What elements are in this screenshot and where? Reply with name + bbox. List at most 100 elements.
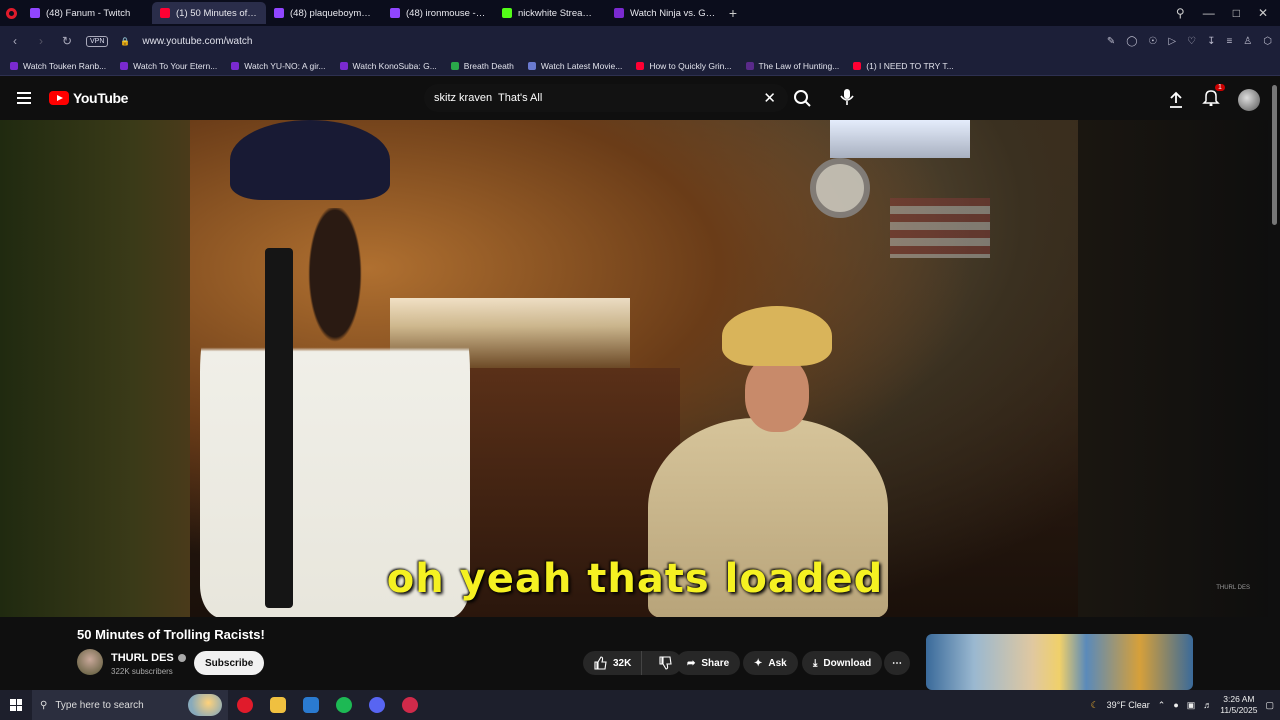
bookmark-label: Breath Death bbox=[463, 60, 514, 71]
ask-button[interactable]: ✦ Ask bbox=[743, 651, 798, 675]
notifications-tray-icon[interactable]: ▢ bbox=[1265, 700, 1274, 711]
heart-icon[interactable]: ♡ bbox=[1187, 36, 1196, 47]
close-window-button[interactable]: ✕ bbox=[1258, 6, 1268, 20]
window-shape bbox=[830, 120, 970, 158]
upload-icon[interactable] bbox=[1168, 91, 1184, 109]
bookmark-favicon-icon bbox=[231, 61, 240, 70]
bookmark-item[interactable]: Watch YU-NO: A gir... bbox=[231, 60, 326, 71]
bookmark-item[interactable]: Watch To Your Etern... bbox=[120, 61, 217, 71]
search-button[interactable] bbox=[788, 84, 818, 112]
download-button[interactable]: ⤓ Download bbox=[802, 651, 883, 675]
opera-taskbar-icon[interactable] bbox=[228, 690, 261, 720]
menu-icon[interactable]: ≡ bbox=[1226, 36, 1232, 47]
vpn-badge[interactable]: VPN bbox=[86, 35, 109, 47]
system-tray: ☾ 39°F Clear ⌃ ● ▣ ♬ 3:26 AM 11/5/2025 ▢ bbox=[1091, 694, 1280, 716]
bookmark-item[interactable]: Watch Touken Ranb... bbox=[10, 61, 106, 71]
account-avatar[interactable] bbox=[1238, 88, 1260, 111]
tray-chevron-icon[interactable]: ⌃ bbox=[1158, 700, 1166, 711]
bookmark-favicon-icon bbox=[527, 61, 536, 70]
taskbar-search[interactable]: ⚲ Type here to search bbox=[32, 690, 228, 720]
reload-button[interactable]: ↻ bbox=[60, 34, 74, 48]
spotify-icon[interactable] bbox=[327, 690, 360, 720]
video-caption: oh yeah thats loaded bbox=[386, 556, 884, 602]
subscribe-button[interactable]: Subscribe bbox=[194, 651, 265, 675]
like-button[interactable]: 32K bbox=[583, 651, 643, 675]
youtube-play-icon bbox=[49, 91, 69, 105]
browser-tab[interactable]: (48) ironmouse - Twitch bbox=[382, 2, 494, 24]
video-player[interactable]: oh yeah thats loaded THURL DES bbox=[0, 120, 1280, 617]
rifle-shape bbox=[265, 248, 293, 608]
recommended-video-thumbnail[interactable] bbox=[926, 634, 1193, 690]
camera-icon[interactable]: ◯ bbox=[1126, 36, 1137, 47]
windows-logo-icon bbox=[10, 699, 22, 711]
channel-name[interactable]: THURL DES bbox=[111, 652, 174, 664]
player-icon[interactable]: ▷ bbox=[1168, 36, 1176, 47]
bookmark-label: Watch YU-NO: A gir... bbox=[244, 60, 326, 71]
taskbar-clock[interactable]: 3:26 AM 11/5/2025 bbox=[1220, 694, 1257, 716]
download-arrow-icon: ⤓ bbox=[813, 657, 818, 669]
bookmark-item[interactable]: Breath Death bbox=[450, 60, 514, 71]
download-icon[interactable]: ↧ bbox=[1207, 36, 1215, 47]
network-icon[interactable]: ▣ bbox=[1187, 700, 1196, 711]
microphone-tray-icon[interactable]: ● bbox=[1173, 700, 1178, 710]
bookmark-item[interactable]: How to Quickly Grin... bbox=[636, 61, 732, 71]
channel-name-row[interactable]: THURL DES bbox=[111, 652, 186, 664]
bookmark-item[interactable]: Watch KonoSuba: G... bbox=[339, 61, 437, 71]
clear-search-icon[interactable]: ✕ bbox=[763, 89, 776, 107]
bookmark-favicon-icon bbox=[745, 61, 754, 70]
ask-label: Ask bbox=[768, 657, 787, 669]
search-tabs-icon[interactable]: ⚲ bbox=[1176, 6, 1185, 20]
channel-avatar[interactable] bbox=[77, 649, 103, 675]
browser-tab[interactable]: Watch Ninja vs. Gokudo o bbox=[606, 2, 724, 24]
bookmark-favicon-icon bbox=[450, 61, 459, 70]
bookmark-favicon-icon bbox=[10, 61, 18, 70]
bookmark-favicon-icon bbox=[636, 61, 645, 70]
video-info: 50 Minutes of Trolling Racists! THURL DE… bbox=[0, 617, 1280, 690]
store-icon[interactable] bbox=[294, 690, 327, 720]
video-frame[interactable] bbox=[190, 120, 1078, 617]
share-label: Share bbox=[701, 657, 730, 669]
weather-text[interactable]: 39°F Clear bbox=[1107, 700, 1150, 710]
url-field[interactable]: www.youtube.com/watch bbox=[142, 36, 252, 47]
profile-icon[interactable]: ♙ bbox=[1243, 36, 1252, 47]
browser-tab[interactable]: nickwhite Stream - Watch bbox=[494, 2, 606, 24]
shield-icon[interactable]: ☉ bbox=[1148, 36, 1157, 47]
forward-button[interactable]: › bbox=[34, 34, 48, 48]
voice-search-button[interactable] bbox=[836, 86, 858, 108]
video-watermark: THURL DES bbox=[1216, 585, 1250, 591]
search-input[interactable] bbox=[434, 92, 754, 104]
browser-tab[interactable]: (1) 50 Minutes of Troll bbox=[152, 2, 266, 24]
bookmark-item[interactable]: Watch Latest Movie... bbox=[527, 61, 622, 71]
start-button[interactable] bbox=[0, 690, 32, 720]
back-button[interactable]: ‹ bbox=[8, 34, 22, 48]
bookmark-item[interactable]: (1) I NEED TO TRY T... bbox=[853, 61, 954, 71]
minimize-button[interactable]: — bbox=[1203, 6, 1215, 20]
clock-date: 11/5/2025 bbox=[1220, 705, 1258, 715]
new-tab-button[interactable]: + bbox=[724, 5, 742, 21]
volume-icon[interactable]: ♬ bbox=[1203, 700, 1212, 710]
scrollbar-thumb[interactable] bbox=[1272, 85, 1277, 225]
opera-logo-icon[interactable] bbox=[0, 0, 22, 26]
extensions-icon[interactable]: ⬡ bbox=[1263, 36, 1272, 47]
search-icon: ⚲ bbox=[40, 699, 48, 711]
file-explorer-icon[interactable] bbox=[261, 690, 294, 720]
bookmark-label: Watch To Your Etern... bbox=[133, 60, 218, 71]
video-title: 50 Minutes of Trolling Racists! bbox=[77, 627, 265, 642]
notifications-button[interactable]: 1 bbox=[1202, 84, 1225, 111]
bookmark-label: The Law of Hunting... bbox=[758, 60, 840, 71]
tab-favicon-icon bbox=[30, 8, 40, 18]
youtube-logo[interactable]: YouTube bbox=[49, 90, 128, 106]
browser-tab[interactable]: (48) Fanum - Twitch bbox=[22, 2, 152, 24]
app-icon[interactable] bbox=[393, 690, 426, 720]
hamburger-menu-icon[interactable] bbox=[17, 92, 31, 107]
browser-tab[interactable]: (48) plaqueboymax - Twit bbox=[266, 2, 382, 24]
maximize-button[interactable]: □ bbox=[1233, 6, 1240, 20]
bookmark-item[interactable]: The Law of Hunting... bbox=[745, 60, 840, 71]
more-actions-button[interactable]: ⋯ bbox=[884, 651, 910, 675]
microphone-icon bbox=[840, 89, 854, 105]
tab-favicon-icon bbox=[502, 8, 512, 18]
clock-time: 3:26 AM bbox=[1223, 694, 1255, 704]
discord-icon[interactable] bbox=[360, 690, 393, 720]
edit-icon[interactable]: ✎ bbox=[1107, 36, 1115, 47]
share-button[interactable]: ➦ Share bbox=[676, 651, 741, 675]
